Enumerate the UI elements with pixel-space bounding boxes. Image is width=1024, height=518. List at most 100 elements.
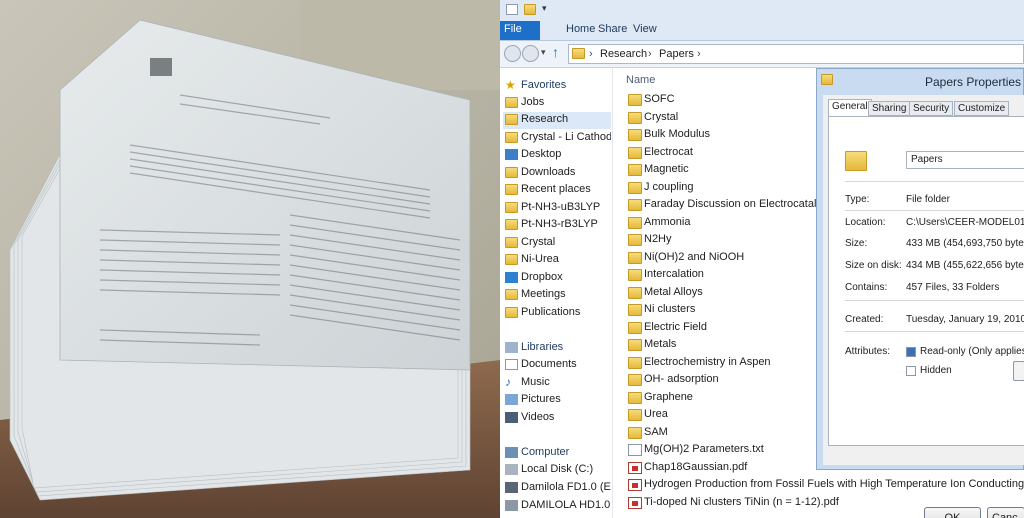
tab-home[interactable]: Home xyxy=(566,23,595,35)
drive-icon xyxy=(505,464,518,475)
nav-item-local-disk-c[interactable]: Local Disk (C:) xyxy=(503,462,611,479)
back-button[interactable] xyxy=(504,45,521,62)
pdf-file-icon xyxy=(628,461,642,474)
size-value: 433 MB (454,693,750 bytes) xyxy=(906,238,1024,249)
file-name: N2Hy xyxy=(644,233,672,245)
size-label: Size: xyxy=(845,238,868,249)
pictures-icon xyxy=(505,394,518,405)
nav-item-documents[interactable]: Documents xyxy=(503,357,611,374)
customize-toolbar-icon[interactable]: ▾ xyxy=(542,3,547,14)
nav-item-ni-urea[interactable]: Ni-Urea xyxy=(503,252,611,269)
breadcrumb-research[interactable]: Research xyxy=(600,48,647,60)
folder-icon xyxy=(628,94,642,106)
nav-item-downloads[interactable]: Downloads xyxy=(503,165,611,182)
file-name: J coupling xyxy=(644,180,694,193)
tab-file[interactable]: File xyxy=(500,21,540,40)
address-box[interactable]: › Research › Papers › xyxy=(568,44,1024,64)
new-folder-icon[interactable] xyxy=(524,4,536,15)
nav-item-music[interactable]: ♪ Music xyxy=(503,375,611,392)
file-name: OH- adsorption xyxy=(644,373,719,385)
nav-libraries[interactable]: Libraries xyxy=(503,340,611,357)
file-name: SAM xyxy=(644,425,668,438)
folder-icon xyxy=(628,199,642,211)
file-name: Urea xyxy=(644,408,668,420)
folder-icon xyxy=(505,132,518,143)
nav-item-desktop[interactable]: Desktop xyxy=(503,147,611,164)
nav-item-videos[interactable]: Videos xyxy=(503,410,611,427)
recent-locations-icon[interactable]: ▾ xyxy=(541,47,546,58)
tab-share[interactable]: Share xyxy=(598,23,627,35)
tab-sharing[interactable]: Sharing xyxy=(868,101,911,116)
file-name: Electric Field xyxy=(644,320,707,333)
folder-icon xyxy=(628,304,642,316)
nav-favorites[interactable]: ★ Favorites xyxy=(503,78,611,95)
file-name: Magnetic xyxy=(644,163,689,175)
folder-icon xyxy=(628,374,642,386)
contains-value: 457 Files, 33 Folders xyxy=(906,282,1000,293)
column-header-name[interactable]: Name xyxy=(626,74,655,86)
hidden-checkbox[interactable] xyxy=(906,366,916,376)
folder-icon xyxy=(628,129,642,141)
folder-icon xyxy=(821,74,833,85)
nav-item-damilola-fd[interactable]: Damilola FD1.0 (E:) xyxy=(503,480,611,497)
attributes-label: Attributes: xyxy=(845,346,891,357)
folder-icon xyxy=(628,146,642,159)
folder-icon xyxy=(628,321,642,334)
properties-dialog: Papers Properties General Sharing Securi… xyxy=(816,68,1024,518)
readonly-label: Read-only (Only applies to fil xyxy=(920,346,1024,357)
folder-icon xyxy=(628,216,642,229)
nav-item-research[interactable]: Research xyxy=(503,112,611,129)
contains-label: Contains: xyxy=(845,282,888,293)
nav-item-meetings[interactable]: Meetings xyxy=(503,287,611,304)
folder-name-input[interactable]: Papers xyxy=(906,151,1024,169)
up-arrow-icon[interactable]: ↑ xyxy=(552,44,559,60)
location-value: C:\Users\CEER-MODEL01\De xyxy=(906,217,1024,228)
nav-item-pt-nh3-ub3lyp[interactable]: Pt-NH3-uB3LYP xyxy=(503,200,611,217)
paper-stack-photo xyxy=(0,0,500,518)
breadcrumb-papers[interactable]: Papers xyxy=(659,48,694,60)
folder-icon xyxy=(505,237,518,248)
location-label: Location: xyxy=(845,217,886,228)
quick-access-toolbar: ▾ xyxy=(500,0,1024,20)
advanced-button[interactable] xyxy=(1013,361,1024,381)
readonly-checkbox[interactable] xyxy=(906,347,916,357)
folder-icon xyxy=(628,356,642,369)
nav-computer[interactable]: Computer xyxy=(503,445,611,462)
nav-item-jobs[interactable]: Jobs xyxy=(503,95,611,112)
nav-item-crystal-li-cathode[interactable]: Crystal - Li Cathode xyxy=(503,130,611,147)
tab-customize[interactable]: Customize xyxy=(954,101,1010,116)
file-row[interactable]: Hydrogen Production from Fossil Fuels wi… xyxy=(626,477,1024,494)
tab-security[interactable]: Security xyxy=(909,101,954,116)
folder-icon xyxy=(628,164,642,176)
file-name: Ni clusters xyxy=(644,303,696,315)
nav-item-damilola-hd[interactable]: DAMILOLA HD1.0 (( xyxy=(503,498,611,515)
cancel-button[interactable]: Canc xyxy=(987,507,1024,518)
dropbox-icon xyxy=(505,272,518,283)
tab-view[interactable]: View xyxy=(633,23,657,35)
file-name: Chap18Gaussian.pdf xyxy=(644,460,748,473)
folder-icon xyxy=(628,391,642,404)
nav-item-dropbox[interactable]: Dropbox xyxy=(503,270,611,287)
folder-icon xyxy=(505,307,518,318)
dialog-title: Papers Properties xyxy=(925,75,1022,89)
nav-item-publications[interactable]: Publications xyxy=(503,305,611,322)
nav-item-pictures[interactable]: Pictures xyxy=(503,392,611,409)
folder-icon xyxy=(572,48,585,59)
folder-icon xyxy=(628,409,642,421)
nav-item-crystal[interactable]: Crystal xyxy=(503,235,611,252)
separator xyxy=(845,300,1024,301)
file-name: Metal Alloys xyxy=(644,285,703,298)
file-name: Ammonia xyxy=(644,215,691,228)
nav-item-pt-nh3-rb3lyp[interactable]: Pt-NH3-rB3LYP xyxy=(503,217,611,234)
properties-icon[interactable] xyxy=(506,4,518,15)
created-label: Created: xyxy=(845,314,884,325)
folder-icon xyxy=(628,286,642,299)
file-name: Hydrogen Production from Fossil Fuels wi… xyxy=(644,478,1024,490)
forward-button[interactable] xyxy=(522,45,539,62)
file-name: SOFC xyxy=(644,93,675,105)
ok-button[interactable]: OK xyxy=(924,507,981,518)
tab-general[interactable]: General xyxy=(828,99,872,117)
nav-item-recent-places[interactable]: Recent places xyxy=(503,182,611,199)
folder-icon xyxy=(628,251,642,264)
hidden-label: Hidden xyxy=(920,365,952,376)
